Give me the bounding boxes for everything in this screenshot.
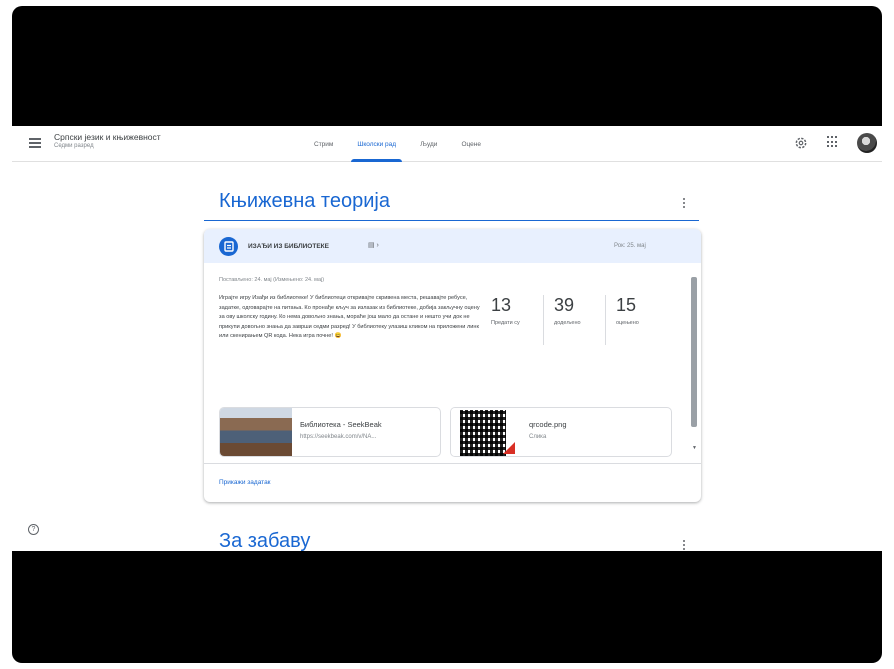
topic-divider [204,220,699,221]
assignment-icon [219,237,238,256]
tab-stream[interactable]: Стрим [302,126,345,162]
assignment-title: ИЗАЂИ ИЗ БИБЛИОТЕКЕ [248,243,329,250]
scroll-down-icon[interactable]: ▼ [692,445,697,451]
attachment-name: qrcode.png [529,420,567,429]
class-section: Седми разред [54,143,94,149]
posted-date: Постављено: 24. мај (Измењено: 24. мај) [219,277,325,283]
view-assignment-link[interactable]: Прикажи задатак [219,479,271,486]
top-bar: Српски језик и књижевност Седми разред С… [12,126,882,162]
scroll-thumb[interactable] [691,277,697,427]
assignment-card: ИЗАЂИ ИЗ БИБЛИОТЕКЕ ▤ › Рок: 25. мај Пос… [204,229,701,502]
due-date: Рок: 25. мај [614,243,646,249]
classroom-screen: Српски језик и књижевност Седми разред С… [12,126,882,551]
topic-more-icon[interactable] [682,198,686,210]
tab-people[interactable]: Људи [408,126,449,162]
stat-assigned[interactable]: 39 додељено [543,295,605,345]
tab-bar: Стрим Школски рад Људи Оцене [302,126,493,162]
stat-graded[interactable]: 15 оцењено [605,295,667,345]
stat-number: 39 [554,295,575,315]
stat-label: додељено [554,320,581,326]
attachment-image[interactable]: qrcode.png Слика [450,407,672,457]
avatar[interactable] [857,133,877,153]
stat-turned-in[interactable]: 13 Предати су [481,295,543,345]
stat-number: 13 [491,295,512,315]
apps-icon[interactable] [827,136,839,148]
assignment-header[interactable]: ИЗАЂИ ИЗ БИБЛИОТЕКЕ ▤ › Рок: 25. мај [204,229,701,263]
library-thumbnail [220,408,292,456]
tab-grades[interactable]: Оцене [449,126,493,162]
attachment-url: https://seekbeak.com/v/NA... [300,434,377,440]
topic-title: Књижевна теорија [219,190,390,212]
attachment-link[interactable]: Библиотека - SeekBeak https://seekbeak.c… [219,407,441,457]
stat-number: 15 [616,295,637,315]
attachment-type: Слика [529,434,547,440]
gear-icon[interactable] [792,134,810,152]
stat-label: Предати су [491,320,520,326]
attachment-marker: ▤ › [368,242,379,249]
qr-code-icon [460,410,506,456]
image-fold-icon [503,442,515,454]
assignment-stats: 13 Предати су 39 додељено 15 оцењено [481,295,667,345]
attachment-name: Библиотека - SeekBeak [300,420,382,429]
menu-icon[interactable] [29,138,41,148]
tab-classwork[interactable]: Школски рад [345,126,408,162]
stat-label: оцењено [616,320,639,326]
help-icon[interactable]: ? [28,524,39,535]
topic-title: За забаву [219,530,311,551]
topic-more-icon[interactable] [682,540,686,551]
assignment-description: Играјте игру Изађи из библиотеке! У библ… [219,295,480,340]
card-footer: Прикажи задатак [204,463,701,502]
class-title[interactable]: Српски језик и књижевност [54,132,161,142]
scrollbar[interactable]: ▼ [691,271,697,451]
